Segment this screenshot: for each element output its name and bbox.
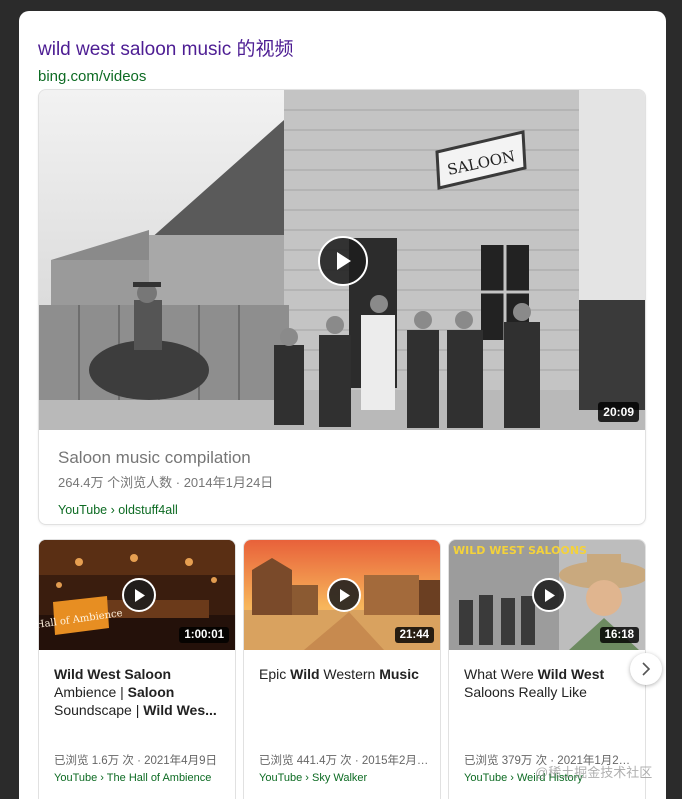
video-thumbnail-1[interactable]: Hall of Ambience 1:00:01 — [39, 540, 235, 650]
play-button-1[interactable] — [122, 578, 156, 612]
video-title-part: Ambience | — [54, 684, 128, 700]
video-title-part: Epic — [259, 666, 291, 682]
video-thumbnail-2[interactable]: 21:44 — [244, 540, 440, 650]
video-title-3[interactable]: What Were Wild West Saloons Really Like — [464, 665, 634, 701]
main-video-duration: 20:09 — [598, 402, 639, 422]
video-card-1[interactable]: Hall of Ambience 1:00:01 Wild West Saloo… — [38, 539, 236, 799]
video-title-part: Soundscape | — [54, 702, 144, 718]
main-video-info: Saloon music compilation 264.4万 个浏览人数 · … — [58, 448, 618, 517]
main-video-thumbnail[interactable]: SALOON 20:09 — [39, 90, 645, 430]
video-title-2[interactable]: Epic Wild Western Music — [259, 665, 429, 683]
video-results-card: wild west saloon music 的视频 bing.com/vide… — [19, 11, 666, 799]
video-title-part: Saloons Really Like — [464, 684, 587, 700]
video-info-2: Epic Wild Western Music 已浏览 441.4万 次 · 2… — [259, 665, 431, 784]
play-icon — [134, 588, 145, 602]
video-thumbnail-3[interactable]: WILD WEST SALOONS 16:18 — [449, 540, 645, 650]
video-title-part: Wild Wes... — [143, 702, 217, 718]
video-source-1[interactable]: YouTube › The Hall of Ambience — [54, 772, 226, 784]
next-videos-button[interactable] — [630, 653, 662, 685]
video-title-part: Wild — [290, 666, 320, 682]
video-results-title-link[interactable]: wild west saloon music 的视频 — [38, 34, 294, 61]
video-title-1[interactable]: Wild West Saloon Ambience | Saloon Sound… — [54, 665, 224, 719]
main-play-button[interactable] — [318, 236, 368, 286]
video-meta-1: 已浏览 1.6万 次 · 2021年4月9日 — [54, 755, 217, 767]
main-video-meta: 264.4万 个浏览人数 · 2014年1月24日 — [58, 475, 274, 490]
video-duration-2: 21:44 — [394, 627, 434, 643]
video-info-1: Wild West Saloon Ambience | Saloon Sound… — [54, 665, 224, 784]
video-card-3[interactable]: WILD WEST SALOONS 16:18 What Were Wild W… — [448, 539, 646, 799]
video-title-part: Music — [379, 666, 419, 682]
chevron-right-icon — [642, 662, 651, 676]
play-icon — [337, 252, 351, 270]
video-title-part: Western — [319, 666, 380, 682]
video-duration-1: 1:00:01 — [179, 627, 229, 643]
video-duration-3: 16:18 — [599, 627, 639, 643]
video-title-part: Wild West — [537, 666, 605, 682]
play-icon — [339, 588, 350, 602]
main-video-card[interactable]: SALOON 20:09 Saloon music compilation 26… — [38, 89, 646, 525]
video-title-part: Wild West Saloon — [54, 666, 172, 682]
video-meta-2: 已浏览 441.4万 次 · 2015年2月7... — [259, 755, 431, 767]
play-button-2[interactable] — [327, 578, 361, 612]
main-video-source[interactable]: YouTube › oldstuff4all — [58, 503, 618, 517]
play-button-3[interactable] — [532, 578, 566, 612]
video-card-2[interactable]: 21:44 Epic Wild Western Music 已浏览 441.4万… — [243, 539, 441, 799]
play-icon — [544, 588, 555, 602]
video-title-part: Saloon — [127, 684, 175, 700]
watermark: @稀土掘金技术社区 — [535, 765, 653, 780]
main-video-title[interactable]: Saloon music compilation — [58, 448, 618, 468]
source-url[interactable]: bing.com/videos — [38, 68, 146, 85]
video-source-2[interactable]: YouTube › Sky Walker — [259, 772, 431, 784]
wild-west-saloons-text: WILD WEST SALOONS — [453, 544, 587, 557]
video-info-3: What Were Wild West Saloons Really Like … — [464, 665, 636, 784]
video-title-part: What Were — [464, 666, 538, 682]
